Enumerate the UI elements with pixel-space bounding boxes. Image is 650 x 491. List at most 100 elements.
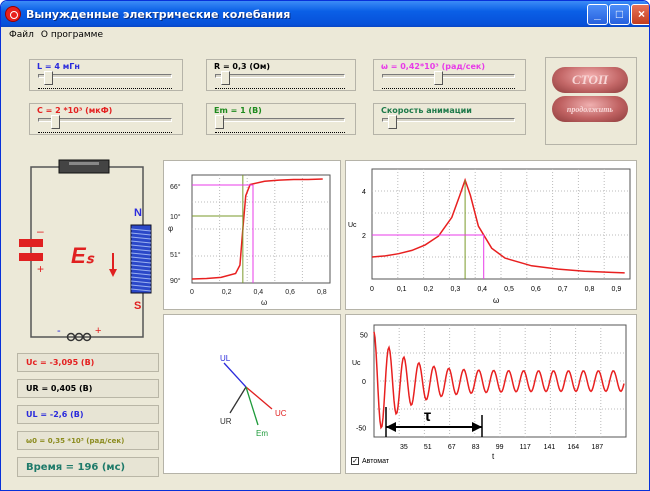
tau-label: τ	[424, 408, 431, 425]
x-axis-label: ω	[493, 296, 499, 305]
x-tick-label: 0,9	[611, 286, 621, 293]
resonance-curve	[371, 177, 625, 274]
auto-checkbox[interactable]: ✓	[351, 457, 359, 465]
x-tick-label: 0,2	[424, 286, 434, 293]
slider-ticks	[38, 132, 172, 134]
emf-arrowhead	[109, 269, 117, 277]
x-tick-label: 0,2	[222, 289, 232, 296]
x-tick-label: 0,8	[585, 286, 595, 293]
x-tick-label: 51	[424, 444, 432, 451]
y-axis-label: φ	[168, 224, 173, 233]
readout-uc: Uc = -3,095 (В)	[17, 353, 159, 372]
y-tick-label: 66°	[170, 183, 181, 191]
y-tick-label: -50	[356, 426, 366, 433]
phase-chart: 66° 10° 51° 90° 0 0,2 0,4 0,6 0,8 φ ω	[168, 174, 331, 307]
y-axis-label: Uc	[352, 360, 361, 367]
readout-ul-text: UL = -2,6 (В)	[26, 410, 84, 419]
slider-thumb-em[interactable]	[215, 115, 224, 129]
continue-button[interactable]: продолжить	[552, 96, 628, 122]
slider-panel-speed: Скорость анимации	[373, 103, 526, 135]
slider-label-r: R = 0,3 (Ом)	[213, 62, 272, 71]
slider-panel-omega: ω = 0,42*10³ (рад/сек)	[373, 59, 526, 91]
phasor-ur-line	[229, 386, 247, 414]
minimize-button[interactable]: _	[587, 4, 608, 25]
slider-track-em[interactable]	[215, 118, 345, 122]
capacitor-plus: +	[37, 262, 44, 276]
slider-label-c: C = 2 *10³ (мкФ)	[36, 106, 114, 115]
resistor-highlight	[69, 162, 99, 165]
y-tick-label: 50	[360, 332, 368, 339]
emf-symbol: Eₛ	[71, 243, 95, 268]
capacitor-minus: –	[37, 224, 44, 238]
readout-uc-text: Uc = -3,095 (В)	[26, 358, 95, 367]
x-tick-label: 0,6	[285, 289, 295, 296]
phasor-uc-label: UC	[275, 409, 287, 418]
maximize-button[interactable]: □	[609, 4, 630, 25]
readout-omega0-text: ω0 = 0,35 *10³ (рад/сек)	[26, 436, 125, 445]
window-title: Вынужденные электрические колебания	[26, 7, 291, 21]
phasor-em-label: Em	[256, 429, 268, 438]
x-tick-label: 0,1	[397, 286, 407, 293]
app-icon	[5, 6, 21, 22]
x-tick-label: 99	[496, 444, 504, 451]
menu-about[interactable]: О программе	[41, 30, 103, 40]
resonance-chart-panel: 4 2 0 0,1 0,2 0,3 0,4 0,5 0,6 0,7 0,8 0,9 Uc ω	[345, 160, 637, 310]
x-tick-label: 187	[591, 444, 603, 451]
tau-arrowhead-left	[386, 422, 396, 432]
slider-thumb-speed[interactable]	[388, 115, 398, 129]
phasor-diagram: UL UC UR Em	[220, 354, 287, 438]
slider-ticks	[215, 132, 345, 134]
title-bar: Вынужденные электрические колебания _ □ …	[1, 1, 649, 27]
circuit-diagram: – + Eₛ N S - +	[19, 159, 152, 342]
readout-time: Время = 196 (мс)	[17, 457, 159, 477]
y-tick-label: 4	[362, 189, 366, 196]
pole-s: S	[134, 300, 141, 312]
x-tick-label: 0,7	[558, 286, 568, 293]
slider-label-omega: ω = 0,42*10³ (рад/сек)	[380, 62, 486, 71]
menu-file[interactable]: Файл	[9, 30, 34, 40]
x-tick-label: 141	[544, 444, 556, 451]
readout-ul: UL = -2,6 (В)	[17, 405, 159, 424]
x-tick-label: 0,8	[317, 289, 327, 296]
auto-checkbox-row[interactable]: ✓ Автомат	[351, 457, 390, 465]
slider-track-speed[interactable]	[382, 118, 515, 122]
x-tick-label: 83	[472, 444, 480, 451]
x-tick-label: 0,4	[253, 289, 263, 296]
x-tick-label: 0,4	[477, 286, 487, 293]
slider-thumb-l[interactable]	[44, 71, 54, 85]
slider-panel-r: R = 0,3 (Ом)	[206, 59, 356, 91]
slider-panel-c: C = 2 *10³ (мкФ)	[29, 103, 183, 135]
readout-time-text: Время = 196 (мс)	[26, 461, 126, 473]
slider-thumb-r[interactable]	[221, 71, 231, 85]
slider-track-r[interactable]	[215, 74, 345, 78]
resonance-chart: 4 2 0 0,1 0,2 0,3 0,4 0,5 0,6 0,7 0,8 0,9 Uc ω	[348, 168, 631, 305]
slider-thumb-c[interactable]	[50, 115, 60, 129]
slider-ticks	[215, 88, 345, 90]
phase-chart-panel: 66° 10° 51° 90° 0 0,2 0,4 0,6 0,8 φ ω	[163, 160, 341, 310]
tau-arrowhead-right	[472, 422, 482, 432]
slider-track-l[interactable]	[38, 74, 172, 78]
close-button[interactable]: ×	[631, 4, 649, 25]
stop-button[interactable]: СТОП	[552, 67, 628, 93]
slider-track-omega[interactable]	[382, 74, 515, 78]
y-tick-label: 0	[362, 379, 366, 386]
phasor-panel: UL UC UR Em	[163, 314, 341, 474]
y-tick-label: 2	[362, 233, 366, 240]
slider-thumb-omega[interactable]	[434, 71, 444, 85]
capacitor-plate-2	[19, 253, 43, 261]
x-axis-label: ω	[261, 298, 267, 307]
x-tick-label: 0,5	[504, 286, 514, 293]
slider-panel-l: L = 4 мГн	[29, 59, 183, 91]
pole-n: N	[134, 207, 142, 219]
x-tick-label: 35	[400, 444, 408, 451]
y-tick-label: 10°	[170, 213, 181, 221]
slider-label-speed: Скорость анимации	[380, 106, 473, 115]
phasor-ur-label: UR	[220, 417, 232, 426]
slider-ticks	[382, 88, 515, 90]
readout-ur: UR = 0,405 (В)	[17, 379, 159, 398]
slider-panel-em: Em = 1 (В)	[206, 103, 356, 135]
y-tick-label: 51°	[170, 251, 181, 259]
lamp-minus: -	[57, 325, 61, 337]
slider-label-em: Em = 1 (В)	[213, 106, 263, 115]
menu-bar: Файл О программе	[1, 27, 649, 42]
